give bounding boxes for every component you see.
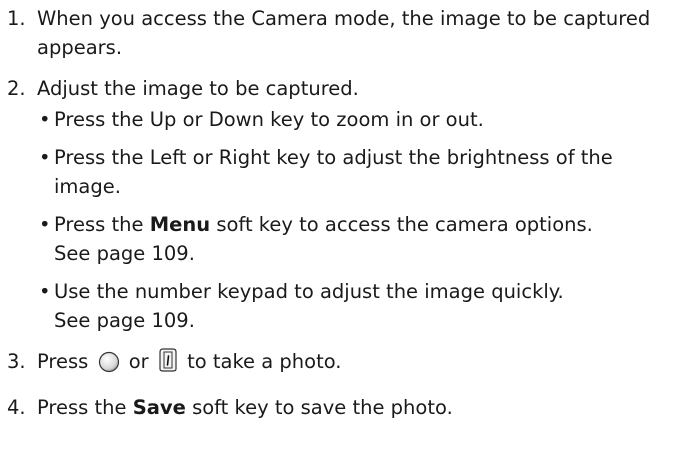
step-body: Adjust the image to be captured. • Press… — [37, 74, 686, 335]
bullet-dot: • — [39, 146, 51, 169]
step-text: When you access the Camera mode, the ima… — [37, 7, 651, 59]
bullet-item: • Press the Menu soft key to access the … — [37, 210, 678, 268]
step-text-pre: Press the — [37, 396, 133, 419]
bullet-text-pre: Press the — [54, 213, 150, 236]
bullet-item: • Press the Up or Down key to zoom in or… — [37, 105, 678, 134]
bullet-list: • Press the Up or Down key to zoom in or… — [37, 105, 678, 335]
bullet-text: Press the Up or Down key to zoom in or o… — [54, 108, 484, 131]
step-number: 1. — [7, 7, 26, 30]
step-text-mid: or — [128, 350, 149, 373]
step-1: 1. When you access the Camera mode, the … — [0, 4, 686, 62]
menu-key-label: Menu — [149, 213, 211, 236]
step-number: 4. — [7, 396, 26, 419]
bullet-item: • Use the number keypad to adjust the im… — [37, 277, 678, 335]
step-text: Adjust the image to be captured. — [37, 77, 359, 100]
bullet-text-post: soft key to access the camera options. — [210, 213, 593, 236]
step-3: 3. Press or to take a photo. — [0, 347, 686, 381]
instruction-page: 1. When you access the Camera mode, the … — [0, 0, 686, 451]
step-number: 2. — [7, 77, 26, 100]
round-button-icon — [98, 351, 120, 381]
step-text: Press the Save soft key to save the phot… — [37, 393, 686, 422]
bullet-text: Press the Left or Right key to adjust th… — [54, 146, 613, 198]
save-key-label: Save — [132, 396, 186, 419]
step-4: 4. Press the Save soft key to save the p… — [0, 393, 686, 422]
step-text: Press or to take a photo. — [37, 347, 686, 381]
camera-key-icon — [158, 347, 178, 381]
step-text-pre: Press — [37, 350, 89, 373]
step-text-post: soft key to save the photo. — [185, 396, 453, 419]
bullet-item: • Press the Left or Right key to adjust … — [37, 143, 678, 201]
page-reference: See page 109. — [54, 242, 195, 265]
step-2: 2. Adjust the image to be captured. • Pr… — [0, 74, 686, 335]
bullet-dot: • — [39, 280, 51, 303]
bullet-dot: • — [39, 108, 51, 131]
step-text-post: to take a photo. — [187, 350, 342, 373]
bullet-text: Use the number keypad to adjust the imag… — [54, 280, 564, 303]
step-number: 3. — [7, 350, 26, 373]
page-reference: See page 109. — [54, 309, 195, 332]
bullet-dot: • — [39, 213, 51, 236]
